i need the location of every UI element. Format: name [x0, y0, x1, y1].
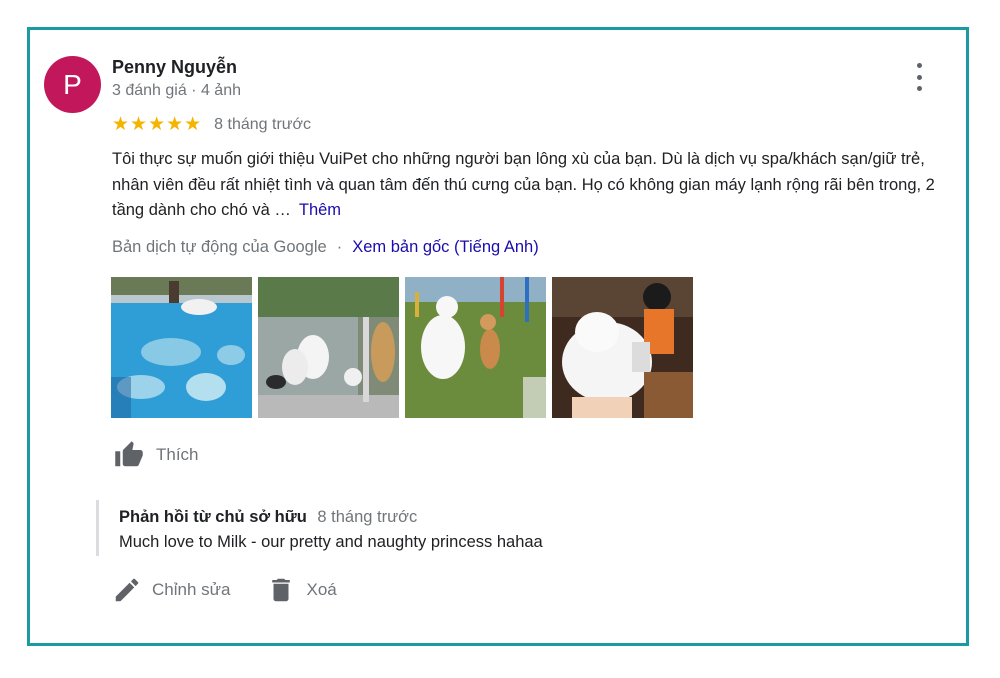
translation-row: Bản dịch tự động của Google · Xem bản gố… [112, 238, 539, 257]
delete-label: Xoá [306, 580, 337, 599]
owner-reply-text: Much love to Milk - our pretty and naugh… [119, 533, 543, 551]
rating-row: ★★★★★ 8 tháng trước [112, 113, 311, 136]
reviewer-name[interactable]: Penny Nguyễn [112, 57, 237, 78]
pencil-icon [115, 578, 139, 602]
separator: · [336, 238, 343, 256]
more-options-icon[interactable] [909, 63, 929, 91]
photo-samoyed-and-corgi[interactable] [405, 277, 546, 418]
like-button[interactable]: Thích [112, 440, 199, 470]
review-text: Tôi thực sự muốn giới thiệu VuiPet cho n… [112, 147, 962, 224]
thumbs-up-icon [115, 441, 143, 467]
photo-dogs-in-pool[interactable] [111, 277, 252, 418]
owner-reply-actions: Chỉnh sửa Xoá [112, 575, 373, 605]
more-link[interactable]: Thêm [299, 201, 341, 219]
owner-reply: Phản hồi từ chủ sở hữu 8 tháng trước Muc… [96, 500, 596, 556]
translation-note: Bản dịch tự động của Google [112, 238, 327, 256]
edit-label: Chỉnh sửa [152, 580, 231, 599]
avatar-letter: P [63, 68, 82, 100]
owner-reply-heading: Phản hồi từ chủ sở hữu [119, 508, 307, 526]
owner-reply-header: Phản hồi từ chủ sở hữu 8 tháng trước [119, 508, 596, 527]
review-body: Tôi thực sự muốn giới thiệu VuiPet cho n… [112, 150, 935, 219]
like-label: Thích [156, 445, 199, 464]
review-time: 8 tháng trước [214, 115, 311, 133]
delete-button[interactable]: Xoá [266, 575, 337, 605]
reviewer-meta: 3 đánh giá · 4 ảnh [112, 82, 241, 99]
view-original-link[interactable]: Xem bản gốc (Tiếng Anh) [352, 238, 539, 257]
review-photos [111, 277, 693, 418]
edit-button[interactable]: Chỉnh sửa [112, 575, 230, 605]
photo-white-dogs-by-glass[interactable] [258, 277, 399, 418]
star-rating: ★★★★★ [112, 114, 203, 135]
trash-icon [272, 578, 291, 602]
avatar[interactable]: P [44, 56, 101, 113]
photo-groomer-drying-samoyed[interactable] [552, 277, 693, 418]
owner-reply-time: 8 tháng trước [317, 508, 418, 526]
